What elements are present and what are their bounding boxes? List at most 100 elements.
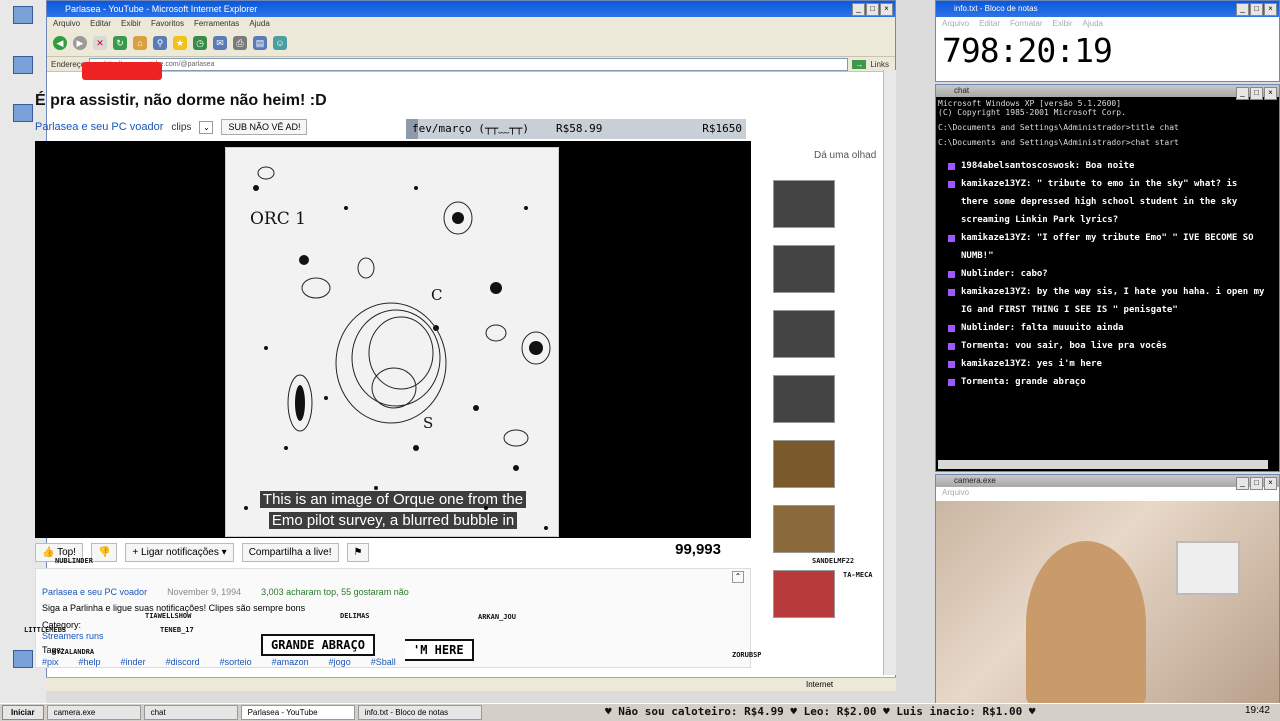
dislike-icon[interactable]: 👎 <box>90 542 118 562</box>
tag[interactable]: #inder <box>121 657 146 667</box>
print-icon[interactable]: ⎙ <box>233 36 247 50</box>
address-input[interactable]: http://www.youtube.com/@parlasea <box>89 57 849 71</box>
menu-favoritos[interactable]: Favoritos <box>151 17 184 30</box>
related-thumbnail[interactable] <box>773 570 835 618</box>
history-icon[interactable]: ◷ <box>193 36 207 50</box>
chat-bullet-icon <box>948 163 955 170</box>
tag[interactable]: #help <box>79 657 101 667</box>
go-icon[interactable]: → <box>852 59 867 69</box>
video-actions: 👍 Top! 👎 + Ligar notificações ▾ Comparti… <box>35 541 751 563</box>
maximize-button[interactable]: □ <box>866 3 879 16</box>
chevron-down-icon[interactable]: ⌄ <box>199 120 214 134</box>
desktop-icon-my-documents[interactable] <box>8 6 38 26</box>
share-button[interactable]: Compartilha a live! <box>241 542 339 562</box>
edit-icon[interactable]: ▤ <box>253 36 267 50</box>
tag[interactable]: #Sball <box>371 657 396 667</box>
related-thumbnail[interactable] <box>773 375 835 423</box>
refresh-icon[interactable]: ↻ <box>113 36 127 50</box>
clips-label[interactable]: clips <box>171 122 191 133</box>
collapse-icon[interactable]: ⌃ <box>732 571 744 583</box>
tag[interactable]: #pix <box>42 657 59 667</box>
tag[interactable]: #discord <box>166 657 200 667</box>
tag[interactable]: #sorteio <box>220 657 252 667</box>
close-button[interactable]: × <box>880 3 893 16</box>
camera-menu[interactable]: Arquivo <box>936 487 1279 499</box>
maximize-button[interactable]: □ <box>1250 87 1263 100</box>
ie-scrollbar[interactable] <box>883 70 896 675</box>
desktop-icon-network[interactable] <box>8 650 38 670</box>
channel-link[interactable]: Parlasea e seu PC voador <box>35 121 163 133</box>
back-icon[interactable]: ◀ <box>53 36 67 50</box>
maximize-button[interactable]: □ <box>1250 3 1263 16</box>
chat-message-text: kamikaze13YZ: " tribute to emo in the sk… <box>961 179 1238 225</box>
cmd-header: Microsoft Windows XP [versão 5.1.2600] (… <box>936 97 1279 149</box>
minimize-button[interactable]: _ <box>1236 3 1249 16</box>
contour-map: ORC 1 C S <box>226 148 558 536</box>
goal-target: R$1650 <box>702 122 742 135</box>
related-thumbnail[interactable] <box>773 505 835 553</box>
taskbar-item-active[interactable]: Parlasea - YouTube <box>240 705 355 720</box>
related-thumbnail[interactable] <box>773 245 835 293</box>
caption-line-2: Emo pilot survey, a blurred bubble in <box>268 512 518 529</box>
maximize-button[interactable]: □ <box>1250 477 1263 490</box>
favorites-icon[interactable]: ★ <box>173 36 187 50</box>
start-button[interactable]: Iniciar <box>2 705 44 720</box>
minimize-button[interactable]: _ <box>852 3 865 16</box>
mail-icon[interactable]: ✉ <box>213 36 227 50</box>
overlay-username: NUBLINDER <box>55 557 93 565</box>
menu-item[interactable]: Editar <box>979 17 1000 30</box>
close-button[interactable]: × <box>1264 87 1277 100</box>
chat-message: Tormenta: grande abraço <box>936 373 1279 391</box>
taskbar-item[interactable]: chat <box>143 705 238 720</box>
search-icon[interactable]: ⚲ <box>153 36 167 50</box>
subscribe-button[interactable]: SUB NÃO VÊ AD! <box>221 119 308 135</box>
related-thumbnail[interactable] <box>773 180 835 228</box>
chat-message: Tormenta: vou sair, boa live pra vocês <box>936 337 1279 355</box>
menu-item[interactable]: Arquivo <box>942 17 969 30</box>
chat-scrollbar[interactable] <box>938 460 1268 469</box>
desc-channel[interactable]: Parlasea e seu PC voador <box>42 587 147 597</box>
related-thumbnail[interactable] <box>773 440 835 488</box>
stop-icon[interactable]: ✕ <box>93 36 107 50</box>
overlay-username: SANDELMF22 <box>812 557 855 565</box>
channel-row: Parlasea e seu PC voador clips ⌄ SUB NÃO… <box>35 119 308 135</box>
notepad-menubar: Arquivo Editar Formatar Exibir Ajuda <box>936 17 1279 30</box>
flag-icon[interactable]: ⚑ <box>346 542 370 562</box>
links-label[interactable]: Links <box>870 60 895 69</box>
taskbar-item[interactable]: camera.exe <box>46 705 141 720</box>
ie-title: Parlasea - YouTube - Microsoft Internet … <box>65 4 258 14</box>
menu-editar[interactable]: Editar <box>90 17 111 30</box>
status-zone: Internet <box>806 680 834 689</box>
messenger-icon[interactable]: ☺ <box>273 36 287 50</box>
chat-message: kamikaze13YZ: " tribute to emo in the sk… <box>936 175 1279 229</box>
related-thumbnail[interactable] <box>773 310 835 358</box>
close-button[interactable]: × <box>1264 3 1277 16</box>
minimize-button[interactable]: _ <box>1236 87 1249 100</box>
notify-button[interactable]: + Ligar notificações ▾ <box>125 542 234 562</box>
forward-icon[interactable]: ▶ <box>73 36 87 50</box>
close-button[interactable]: × <box>1264 477 1277 490</box>
menu-item[interactable]: Ajuda <box>1083 17 1103 30</box>
menu-ajuda[interactable]: Ajuda <box>249 17 269 30</box>
tag[interactable]: #jogo <box>329 657 351 667</box>
address-label: Endereço <box>51 59 86 69</box>
youtube-logo[interactable] <box>82 62 162 80</box>
minimize-button[interactable]: _ <box>1236 477 1249 490</box>
notepad-titlebar: info.txt - Bloco de notas _ □ × <box>936 1 1279 17</box>
menu-ferramentas[interactable]: Ferramentas <box>194 17 239 30</box>
cmd-line: (C) Copyright 1985-2001 Microsoft Corp. <box>938 108 1126 117</box>
chat-message-text: Tormenta: grande abraço <box>961 377 1086 387</box>
home-icon[interactable]: ⌂ <box>133 36 147 50</box>
menu-item[interactable]: Exibir <box>1052 17 1072 30</box>
view-count: 99,993 <box>675 541 721 558</box>
taskbar-item[interactable]: info.txt - Bloco de notas <box>357 705 482 720</box>
tag[interactable]: #amazon <box>272 657 309 667</box>
menu-exibir[interactable]: Exibir <box>121 17 141 30</box>
overlay-speech-bubble: 'M HERE <box>405 639 474 661</box>
desktop-icon-recycle[interactable] <box>8 56 38 76</box>
menu-arquivo[interactable]: Arquivo <box>53 17 80 30</box>
chat-message: kamikaze13YZ: by the way sis, I hate you… <box>936 283 1279 319</box>
desktop-icon-media-player[interactable] <box>8 104 38 124</box>
chat-message-text: Nublinder: cabo? <box>961 269 1048 279</box>
menu-item[interactable]: Formatar <box>1010 17 1042 30</box>
